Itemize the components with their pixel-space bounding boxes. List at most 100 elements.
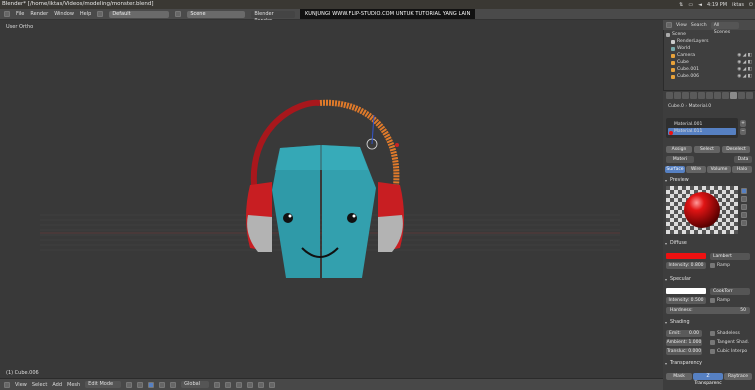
tab-volume[interactable]: Volume	[707, 166, 731, 173]
data-tab-icon[interactable]	[722, 92, 729, 99]
blender-info-icon[interactable]	[4, 11, 10, 17]
layout-selector[interactable]: Default	[109, 10, 170, 18]
preview-cube-icon[interactable]	[741, 204, 747, 210]
material-slot-0[interactable]: Material.001	[668, 121, 736, 128]
translate-icon[interactable]	[159, 381, 166, 388]
user-name[interactable]: iktas	[732, 2, 744, 8]
preview-flat-icon[interactable]	[741, 188, 747, 194]
power-icon[interactable]: ⏻	[749, 2, 753, 8]
transparency-mask-button[interactable]: Mask	[666, 373, 692, 380]
material-slot-1[interactable]: Material.011	[668, 128, 736, 135]
outliner-item-world[interactable]: World	[666, 45, 752, 52]
remove-slot-button[interactable]: −	[740, 128, 746, 135]
specular-intensity-field[interactable]: Intensity: 0.500	[666, 297, 706, 304]
material-browse-field[interactable]: Materi	[666, 156, 694, 163]
visibility-icons[interactable]: ◉ ◢ ◧	[737, 52, 752, 59]
outliner-item-scene[interactable]: Scene	[666, 31, 752, 38]
physics-tab-icon[interactable]	[746, 92, 753, 99]
layout-icon[interactable]	[97, 11, 104, 17]
transparency-z-button[interactable]: Z Transparenc	[693, 373, 723, 386]
shading-icon[interactable]	[126, 381, 133, 388]
specular-ramp-checkbox[interactable]	[710, 298, 715, 303]
pivot-icon[interactable]	[137, 381, 144, 388]
translucency-field[interactable]: Transluc: 0.000	[666, 348, 702, 355]
outliner-item-renderlayers[interactable]: RenderLayers	[666, 38, 752, 45]
emit-field[interactable]: Emit: 0.00	[666, 330, 702, 337]
outliner-type-icon[interactable]	[666, 22, 672, 28]
snap-icon[interactable]	[258, 381, 265, 388]
preview-monkey-icon[interactable]	[741, 212, 747, 218]
mode-selector[interactable]: Edit Mode	[85, 381, 122, 388]
volume-icon[interactable]: ◄	[698, 2, 702, 8]
specular-shader-selector[interactable]: CookTorr	[710, 288, 750, 295]
visibility-icons[interactable]: ◉ ◢ ◧	[737, 73, 752, 80]
specular-panel-header[interactable]: Specular	[664, 276, 754, 283]
edge-select-icon[interactable]	[225, 381, 232, 388]
menu-file[interactable]: File	[16, 11, 24, 17]
outliner-item-cube006[interactable]: Cube.006 ◉ ◢ ◧	[666, 73, 752, 80]
preview-hair-icon[interactable]	[741, 220, 747, 226]
visibility-icons[interactable]: ◉ ◢ ◧	[737, 59, 752, 66]
battery-icon[interactable]: ▭	[688, 2, 693, 8]
transparency-raytrace-button[interactable]: Raytrace	[724, 373, 752, 380]
menu-add[interactable]: Add	[52, 382, 62, 388]
scene-icon[interactable]	[175, 11, 182, 17]
shadeless-checkbox[interactable]	[710, 331, 715, 336]
diffuse-ramp-checkbox[interactable]	[710, 263, 715, 268]
transparency-panel-header[interactable]: Transparency	[664, 360, 754, 367]
outliner-item-camera[interactable]: Camera ◉ ◢ ◧	[666, 52, 752, 59]
diffuse-intensity-field[interactable]: Intensity: 0.800	[666, 262, 706, 269]
outliner-item-cube[interactable]: Cube ◉ ◢ ◧	[666, 59, 752, 66]
menu-view[interactable]: View	[15, 382, 27, 388]
network-icon[interactable]: ⇅	[679, 2, 683, 8]
orientation-selector[interactable]: Global	[181, 381, 210, 388]
manipulator-icon[interactable]	[148, 381, 155, 388]
diffuse-color-swatch[interactable]	[666, 253, 706, 259]
rotate-icon[interactable]	[170, 381, 177, 388]
tangent-shading-checkbox[interactable]	[710, 340, 715, 345]
tab-wire[interactable]: Wire	[686, 166, 706, 173]
deselect-button[interactable]: Deselect	[722, 146, 750, 153]
scene-tab-icon[interactable]	[682, 92, 689, 99]
ambient-field[interactable]: Ambient: 1.000	[666, 339, 702, 346]
preview-panel-header[interactable]: Preview	[664, 177, 754, 184]
tab-halo[interactable]: Halo	[732, 166, 752, 173]
menu-render[interactable]: Render	[30, 11, 48, 17]
diffuse-shader-selector[interactable]: Lambert	[710, 253, 750, 260]
render-engine-selector[interactable]: Blender Render	[251, 10, 296, 24]
select-button[interactable]: Select	[694, 146, 720, 153]
menu-help[interactable]: Help	[80, 11, 91, 17]
cubic-interpolation-checkbox[interactable]	[710, 349, 715, 354]
material-tab-icon[interactable]	[730, 92, 737, 99]
clock[interactable]: 4:19 PM	[707, 2, 727, 8]
outliner-search-menu[interactable]: Search	[691, 23, 707, 28]
assign-button[interactable]: Assign	[666, 146, 692, 153]
tab-surface[interactable]: Surface	[665, 166, 685, 173]
menu-mesh[interactable]: Mesh	[67, 382, 80, 388]
specular-color-swatch[interactable]	[666, 288, 706, 294]
menu-window[interactable]: Window	[54, 11, 74, 17]
world-tab-icon[interactable]	[690, 92, 697, 99]
diffuse-panel-header[interactable]: Diffuse	[664, 240, 754, 247]
scene-selector[interactable]: Scene	[187, 10, 246, 18]
face-select-icon[interactable]	[236, 381, 243, 388]
render-icon[interactable]	[269, 381, 276, 388]
editor-type-icon[interactable]	[4, 381, 10, 388]
shading-panel-header[interactable]: Shading	[664, 319, 754, 326]
constraints-tab-icon[interactable]	[706, 92, 713, 99]
modifiers-tab-icon[interactable]	[714, 92, 721, 99]
render-tab-icon[interactable]	[666, 92, 673, 99]
texture-tab-icon[interactable]	[738, 92, 745, 99]
outliner-filter-selector[interactable]: All Scenes	[710, 21, 739, 35]
visibility-icons[interactable]: ◉ ◢ ◧	[737, 66, 752, 73]
outliner-item-cube001[interactable]: Cube.001 ◉ ◢ ◧	[666, 66, 752, 73]
layers-tab-icon[interactable]	[674, 92, 681, 99]
hardness-field[interactable]: Hardness: 50	[666, 307, 750, 314]
object-tab-icon[interactable]	[698, 92, 705, 99]
menu-select[interactable]: Select	[32, 382, 47, 388]
preview-sphere-icon[interactable]	[741, 196, 747, 202]
vertex-select-icon[interactable]	[214, 381, 221, 388]
add-slot-button[interactable]: +	[740, 120, 746, 127]
outliner-view-menu[interactable]: View	[676, 23, 687, 28]
proportional-icon[interactable]	[247, 381, 254, 388]
